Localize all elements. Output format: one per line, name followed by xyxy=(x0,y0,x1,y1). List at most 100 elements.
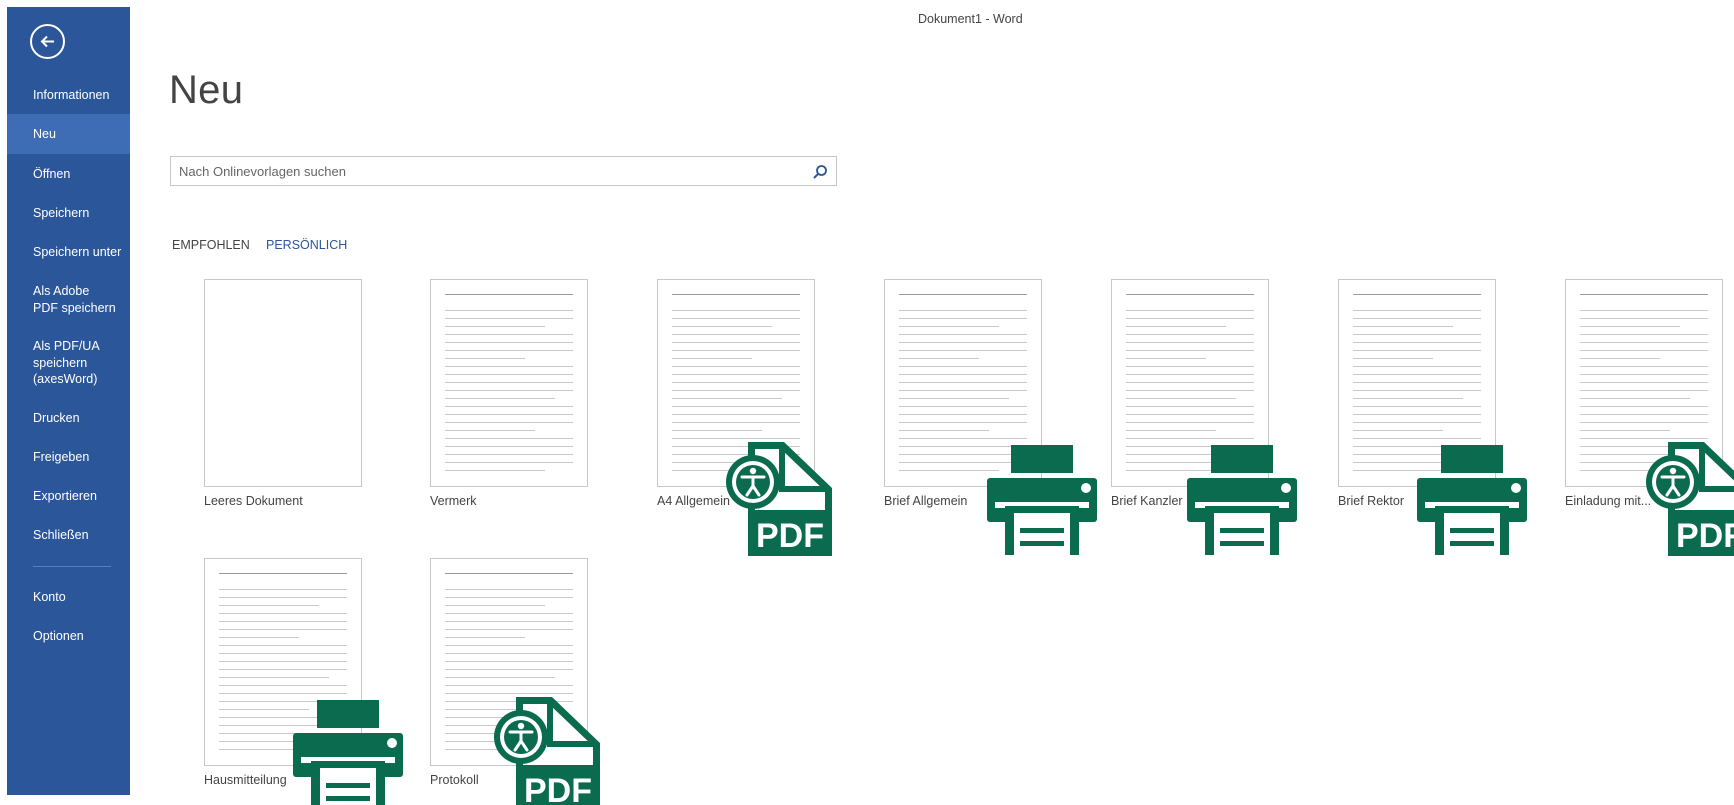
nav-item-speichern-unter[interactable]: Speichern unter xyxy=(7,244,130,261)
thumbnail-line xyxy=(1126,422,1254,423)
thumbnail-line xyxy=(445,669,573,670)
thumbnail-line xyxy=(672,334,800,335)
thumbnail-line xyxy=(899,398,1009,399)
thumbnail-line xyxy=(1353,406,1481,407)
template-search-input[interactable] xyxy=(171,157,791,185)
thumbnail-line xyxy=(1126,382,1254,383)
thumbnail-line xyxy=(1126,358,1206,359)
nav-item-oeffnen[interactable]: Öffnen xyxy=(7,166,130,183)
thumbnail-line xyxy=(445,350,573,351)
back-button[interactable] xyxy=(30,24,65,59)
thumbnail-line xyxy=(899,326,999,327)
thumbnail-line xyxy=(1353,366,1481,367)
thumbnail-line xyxy=(445,406,573,407)
thumbnail-line xyxy=(672,350,800,351)
search-icon[interactable] xyxy=(811,163,829,181)
nav-item-informationen[interactable]: Informationen xyxy=(7,87,130,104)
thumbnail-line xyxy=(1580,406,1708,407)
nav-item-pdf-ua[interactable]: Als PDF/UA speichern (axesWord) xyxy=(7,338,107,388)
thumbnail-line xyxy=(1126,318,1254,319)
thumbnail-line xyxy=(672,358,752,359)
thumbnail-line xyxy=(1353,422,1481,423)
tab-persoenlich[interactable]: PERSÖNLICH xyxy=(266,238,347,252)
thumbnail-line xyxy=(1580,342,1708,343)
page-title: Neu xyxy=(169,68,244,112)
thumbnail-line xyxy=(219,645,347,646)
thumbnail-line xyxy=(1353,374,1481,375)
template-label: Brief Rektor xyxy=(1338,494,1404,508)
thumbnail-line xyxy=(1580,422,1708,423)
thumbnail-line xyxy=(672,310,800,311)
thumbnail-line xyxy=(445,685,573,686)
thumbnail-line xyxy=(899,342,1027,343)
thumbnail-line xyxy=(1353,358,1433,359)
thumbnail-line xyxy=(899,382,1027,383)
template-search-box xyxy=(170,156,837,186)
template-label: A4 Allgemein xyxy=(657,494,730,508)
thumbnail-line xyxy=(219,621,347,622)
thumbnail-line xyxy=(219,685,347,686)
nav-item-optionen[interactable]: Optionen xyxy=(7,628,130,645)
thumbnail-line xyxy=(445,613,573,614)
nav-item-freigeben[interactable]: Freigeben xyxy=(7,449,130,466)
pdf-accessibility-icon xyxy=(494,697,600,805)
thumbnail-line xyxy=(219,637,299,638)
thumbnail-line xyxy=(672,430,762,431)
thumbnail-line xyxy=(445,693,573,694)
thumbnail-line xyxy=(1126,390,1254,391)
thumbnail-line xyxy=(672,398,782,399)
thumbnail-line xyxy=(445,358,525,359)
thumbnail-line xyxy=(1580,374,1708,375)
thumbnail-line xyxy=(672,366,800,367)
thumbnail-line xyxy=(1353,334,1481,335)
thumbnail-line xyxy=(899,318,1027,319)
thumbnail-line xyxy=(445,621,573,622)
template-vermerk[interactable]: Vermerk xyxy=(430,279,588,509)
thumbnail-line xyxy=(1126,398,1236,399)
thumbnail-line xyxy=(445,589,573,590)
nav-item-schliessen[interactable]: Schließen xyxy=(7,527,130,544)
template-label: Hausmitteilung xyxy=(204,773,287,787)
thumbnail-line xyxy=(445,318,573,319)
nav-item-speichern[interactable]: Speichern xyxy=(7,205,130,222)
thumbnail-line xyxy=(672,438,800,439)
thumbnail-line xyxy=(445,597,573,598)
thumbnail-line xyxy=(1126,334,1254,335)
thumbnail-line xyxy=(1353,390,1481,391)
thumbnail-line xyxy=(899,334,1027,335)
thumbnail-line xyxy=(899,374,1027,375)
nav-item-drucken[interactable]: Drucken xyxy=(7,410,130,427)
thumbnail-line xyxy=(672,342,800,343)
thumbnail-line xyxy=(1580,382,1708,383)
template-label: Leeres Dokument xyxy=(204,494,303,508)
template-leeres-dokument[interactable]: Leeres Dokument xyxy=(204,279,362,509)
thumbnail-line xyxy=(1126,430,1216,431)
thumbnail-line xyxy=(219,589,347,590)
thumbnail-line xyxy=(899,310,1027,311)
nav-item-neu[interactable]: Neu xyxy=(7,114,130,154)
template-label: Vermerk xyxy=(430,494,477,508)
printer-icon xyxy=(293,700,403,805)
thumbnail-line xyxy=(445,342,573,343)
thumbnail-line xyxy=(1580,414,1708,415)
nav-item-exportieren[interactable]: Exportieren xyxy=(7,488,130,505)
thumbnail-line xyxy=(445,605,545,606)
thumbnail-line xyxy=(445,653,573,654)
thumbnail-line xyxy=(445,390,573,391)
thumbnail-line xyxy=(445,446,573,447)
thumbnail-line xyxy=(219,605,319,606)
nav-item-adobe-pdf[interactable]: Als Adobe PDF speichern xyxy=(7,283,117,316)
thumbnail-line xyxy=(672,318,800,319)
thumbnail-line xyxy=(1580,294,1708,295)
backstage-sidebar: Informationen Neu Öffnen Speichern Speic… xyxy=(7,7,130,795)
thumbnail-line xyxy=(445,438,573,439)
nav-item-konto[interactable]: Konto xyxy=(7,589,130,606)
thumbnail-line xyxy=(1126,366,1254,367)
thumbnail-line xyxy=(672,382,800,383)
thumbnail-line xyxy=(899,366,1027,367)
thumbnail-line xyxy=(445,422,573,423)
thumbnail-line xyxy=(899,422,1027,423)
thumbnail-line xyxy=(672,294,800,295)
tab-empfohlen[interactable]: EMPFOHLEN xyxy=(172,238,250,252)
thumbnail-line xyxy=(1353,326,1453,327)
